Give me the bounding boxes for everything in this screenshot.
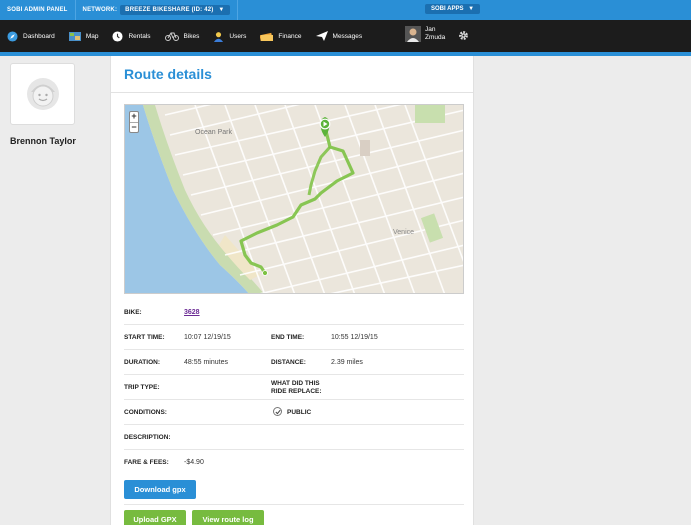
fare-label: FARE & FEES: — [124, 459, 169, 466]
start-time-label: START TIME: — [124, 334, 165, 341]
avatar — [405, 26, 421, 42]
distance-label: DISTANCE: — [271, 359, 306, 366]
map-label-venice: Venice — [393, 229, 415, 236]
profile-avatar — [10, 63, 75, 125]
network-value: BREEZE BIKESHARE (ID: 42) — [125, 7, 214, 13]
nav-label: Finance — [278, 32, 302, 40]
nav-finance[interactable]: Finance — [253, 20, 308, 52]
bike-id-link[interactable]: 3628 — [184, 309, 200, 316]
zoom-in-button[interactable]: + — [130, 112, 138, 122]
fare-row: FARE & FEES: -$4.90 — [124, 450, 464, 475]
admin-panel-label: SOBI ADMIN PANEL — [0, 0, 76, 20]
route-info-table: BIKE: 3628 START TIME: 10:07 12/19/15 EN… — [124, 300, 464, 475]
nav-bikes[interactable]: Bikes — [158, 20, 207, 52]
route-map[interactable]: + − Ocean Park Venice — [124, 104, 464, 294]
map-icon — [68, 31, 81, 41]
ride-replace-label: WHAT DID THIS RIDE REPLACE: — [271, 380, 322, 396]
view-route-log-button[interactable]: View route log — [192, 510, 264, 525]
description-row: DESCRIPTION: — [124, 425, 464, 450]
fare-value: -$4.90 — [184, 459, 204, 466]
user-avatar-icon — [26, 78, 59, 110]
bike-row: BIKE: 3628 — [124, 300, 464, 325]
nav-label: Dashboard — [23, 32, 55, 40]
description-label: DESCRIPTION: — [124, 434, 171, 441]
user-menu[interactable]: Jan Zmuda — [405, 26, 445, 42]
zoom-control: + − — [129, 111, 139, 133]
nav-label: Map — [85, 32, 99, 40]
nav-messages[interactable]: Messages — [309, 20, 370, 52]
distance-value: 2.39 miles — [331, 359, 363, 366]
zoom-out-button[interactable]: − — [130, 122, 138, 132]
profile-name: Brennon Taylor — [10, 136, 76, 146]
route-details-panel: Route details + − Ocean Park Venice BIKE… — [110, 56, 474, 525]
checkmark-icon — [274, 409, 281, 414]
bike-label: BIKE: — [124, 309, 142, 316]
user-icon — [214, 31, 224, 42]
ride-replace-line-2: RIDE REPLACE: — [271, 388, 322, 395]
network-label: NETWORK: — [82, 7, 118, 13]
trip-type-label: TRIP TYPE: — [124, 384, 160, 391]
network-selector[interactable]: NETWORK: BREEZE BIKESHARE (ID: 42) ▼ — [76, 0, 238, 20]
time-row: START TIME: 10:07 12/19/15 END TIME: 10:… — [124, 325, 464, 350]
ride-replace-line-1: WHAT DID THIS — [271, 380, 320, 387]
profile-sidebar: Brennon Taylor — [0, 56, 110, 525]
user-first-name: Jan — [425, 26, 436, 33]
bike-icon — [164, 32, 179, 41]
duration-label: DURATION: — [124, 359, 160, 366]
public-checkbox[interactable] — [273, 407, 282, 416]
end-time-value: 10:55 12/19/15 — [331, 334, 378, 341]
nav-dashboard[interactable]: Dashboard — [0, 20, 62, 52]
public-label: PUBLIC — [287, 409, 312, 416]
nav-rentals[interactable]: Rentals — [105, 20, 157, 52]
end-time-label: END TIME: — [271, 334, 305, 341]
duration-row: DURATION: 48:55 minutes DISTANCE: 2.39 m… — [124, 350, 464, 375]
paper-plane-icon — [315, 31, 328, 41]
chevron-down-icon: ▼ — [218, 7, 225, 13]
trip-type-row: TRIP TYPE: WHAT DID THIS RIDE REPLACE: — [124, 375, 464, 400]
divider — [111, 92, 473, 93]
upload-gpx-button[interactable]: Upload GPX — [124, 510, 186, 525]
top-bar: SOBI ADMIN PANEL NETWORK: BREEZE BIKESHA… — [0, 0, 691, 20]
compass-icon — [7, 30, 18, 42]
sobi-apps-dropdown[interactable]: SOBI APPS ▼ — [425, 4, 481, 14]
network-dropdown[interactable]: BREEZE BIKESHARE (ID: 42) ▼ — [120, 5, 230, 15]
chevron-down-icon: ▼ — [468, 6, 475, 12]
money-icon — [260, 32, 274, 41]
duration-value: 48:55 minutes — [184, 359, 228, 366]
page-title: Route details — [124, 66, 212, 82]
map-canvas — [125, 105, 463, 293]
divider — [124, 504, 464, 505]
start-time-value: 10:07 12/19/15 — [184, 334, 231, 341]
nav-label: Messages — [332, 32, 363, 40]
download-gpx-button[interactable]: Download gpx — [124, 480, 196, 499]
main-nav: Dashboard Map Rentals Bikes Users Financ… — [0, 20, 691, 52]
conditions-row: CONDITIONS: PUBLIC — [124, 400, 464, 425]
clock-icon — [112, 30, 124, 42]
nav-label: Rentals — [128, 32, 151, 40]
conditions-label: CONDITIONS: — [124, 409, 167, 416]
nav-label: Users — [229, 32, 247, 40]
user-last-name: Zmuda — [425, 34, 446, 41]
map-label-ocean-park: Ocean Park — [195, 129, 232, 136]
nav-users[interactable]: Users — [206, 20, 253, 52]
nav-label: Bikes — [183, 32, 200, 40]
gear-icon[interactable] — [458, 30, 469, 41]
nav-map[interactable]: Map — [62, 20, 106, 52]
sobi-apps-label: SOBI APPS — [431, 6, 464, 12]
